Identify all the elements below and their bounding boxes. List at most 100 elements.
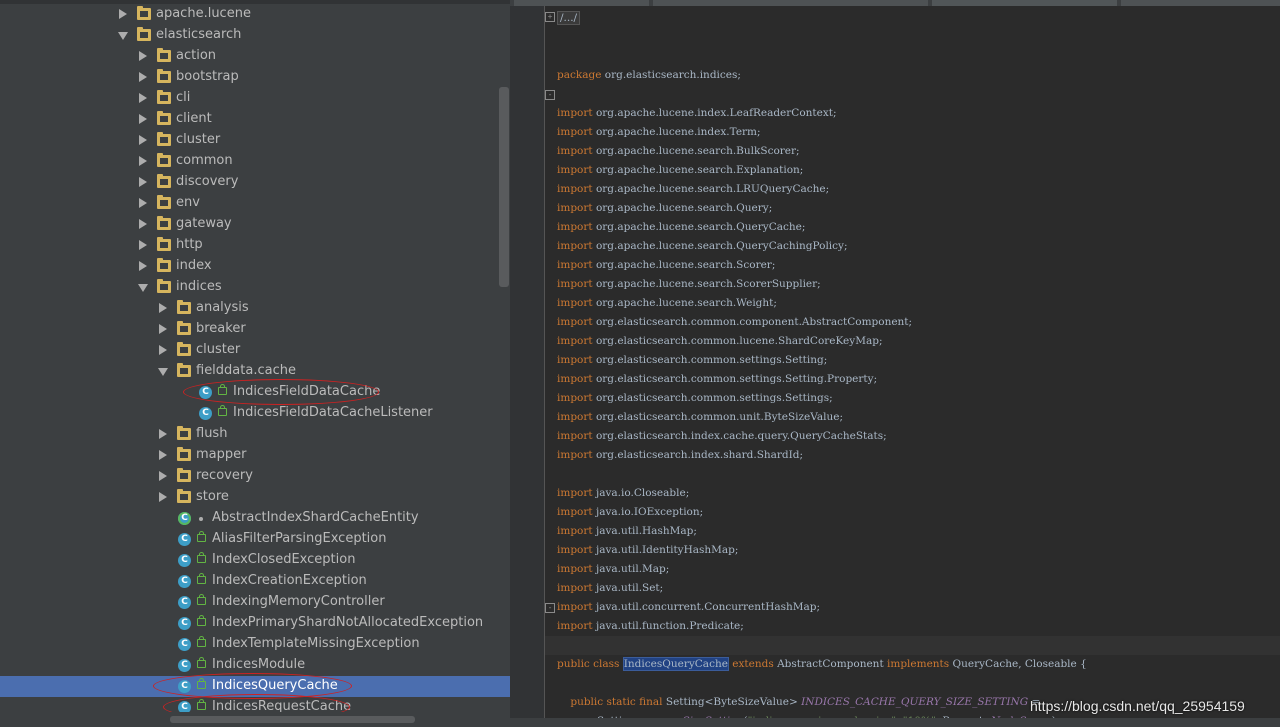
tree-folder-item[interactable]: apache.lucene xyxy=(0,4,510,25)
code-line[interactable]: package org.elasticsearch.indices; xyxy=(557,66,741,85)
tree-folder-item[interactable]: action xyxy=(0,46,510,67)
tree-class-item[interactable]: C IndexClosedException xyxy=(0,550,510,571)
tree-folder-item[interactable]: env xyxy=(0,193,510,214)
tree-folder-item[interactable]: store xyxy=(0,487,510,508)
code-line[interactable]: import java.util.Map; xyxy=(557,560,669,579)
expand-arrow-right-icon[interactable] xyxy=(139,72,147,82)
fold-toggle-icon[interactable]: - xyxy=(545,90,555,100)
code-line[interactable]: import org.apache.lucene.index.LeafReade… xyxy=(557,104,837,123)
code-line[interactable]: import org.apache.lucene.search.LRUQuery… xyxy=(557,180,829,199)
expand-arrow-right-icon[interactable] xyxy=(139,114,147,124)
code-line[interactable]: import org.apache.lucene.search.BulkScor… xyxy=(557,142,800,161)
tree-folder-item[interactable]: flush xyxy=(0,424,510,445)
tree-folder-item[interactable]: mapper xyxy=(0,445,510,466)
tree-class-item[interactable]: C AbstractIndexShardCacheEntity xyxy=(0,508,510,529)
expand-arrow-right-icon[interactable] xyxy=(139,135,147,145)
tree-folder-item[interactable]: index xyxy=(0,256,510,277)
tree-class-item[interactable]: C IndicesFieldDataCacheListener xyxy=(0,403,510,424)
tree-item-label: IndexingMemoryController xyxy=(212,594,385,609)
code-line[interactable]: import org.elasticsearch.common.settings… xyxy=(557,351,827,370)
code-line[interactable]: import java.util.Set; xyxy=(557,579,663,598)
expand-arrow-right-icon[interactable] xyxy=(139,219,147,229)
expand-arrow-right-icon[interactable] xyxy=(159,324,167,334)
expand-arrow-right-icon[interactable] xyxy=(139,198,147,208)
code-line[interactable]: import org.apache.lucene.search.Explanat… xyxy=(557,161,803,180)
expand-arrow-down-icon[interactable] xyxy=(118,32,128,40)
expand-arrow-right-icon[interactable] xyxy=(159,303,167,313)
expand-arrow-right-icon[interactable] xyxy=(139,261,147,271)
fold-toggle-icon[interactable]: - xyxy=(545,603,555,613)
tree-folder-item[interactable]: recovery xyxy=(0,466,510,487)
tree-class-item[interactable]: C AliasFilterParsingException xyxy=(0,529,510,550)
code-line[interactable]: import org.elasticsearch.index.shard.Sha… xyxy=(557,446,803,465)
expand-arrow-right-icon[interactable] xyxy=(139,93,147,103)
tree-class-item[interactable]: C IndexTemplateMissingException xyxy=(0,634,510,655)
code-line[interactable]: import org.elasticsearch.common.unit.Byt… xyxy=(557,408,843,427)
folded-header-text[interactable]: /.../ xyxy=(557,11,581,25)
tree-folder-item[interactable]: cluster xyxy=(0,130,510,151)
expand-arrow-right-icon[interactable] xyxy=(159,429,167,439)
code-line[interactable]: import org.apache.lucene.search.Query; xyxy=(557,199,772,218)
class-icon: C xyxy=(178,533,191,546)
tree-class-item[interactable]: C IndexingMemoryController xyxy=(0,592,510,613)
code-token: java.util.Set; xyxy=(592,582,664,594)
code-line[interactable]: import org.apache.lucene.search.QueryCac… xyxy=(557,218,805,237)
code-line[interactable]: import org.apache.lucene.search.Scorer; xyxy=(557,256,775,275)
code-line[interactable]: import org.elasticsearch.common.settings… xyxy=(557,370,877,389)
code-line[interactable]: import java.io.IOException; xyxy=(557,503,703,522)
code-line[interactable]: import java.util.concurrent.ConcurrentHa… xyxy=(557,598,820,617)
tree-folder-item[interactable]: gateway xyxy=(0,214,510,235)
code-token: AbstractComponent xyxy=(777,658,888,670)
fold-toggle-icon[interactable]: + xyxy=(545,12,555,22)
code-line[interactable]: import java.util.IdentityHashMap; xyxy=(557,541,738,560)
tree-folder-item[interactable]: client xyxy=(0,109,510,130)
tree-folder-item[interactable]: discovery xyxy=(0,172,510,193)
tree-folder-item[interactable]: bootstrap xyxy=(0,67,510,88)
expand-arrow-right-icon[interactable] xyxy=(119,9,127,19)
code-line[interactable]: import java.util.function.Predicate; xyxy=(557,617,744,636)
tree-vertical-scrollbar[interactable] xyxy=(499,87,509,287)
code-token: org.elasticsearch.index.cache.query.Quer… xyxy=(592,430,887,442)
code-line[interactable]: import org.elasticsearch.common.componen… xyxy=(557,313,912,332)
expand-arrow-right-icon[interactable] xyxy=(159,492,167,502)
code-line[interactable]: public class IndicesQueryCache extends A… xyxy=(557,655,1087,674)
package-folder-icon xyxy=(157,132,171,146)
code-line[interactable]: import org.elasticsearch.common.lucene.S… xyxy=(557,332,882,351)
visibility-public-lock-icon xyxy=(197,657,206,668)
expand-arrow-down-icon[interactable] xyxy=(158,368,168,376)
code-line[interactable]: import org.elasticsearch.index.cache.que… xyxy=(557,427,887,446)
code-line[interactable]: import org.apache.lucene.search.Weight; xyxy=(557,294,777,313)
tree-folder-item[interactable]: indices xyxy=(0,277,510,298)
tree-folder-item[interactable]: cli xyxy=(0,88,510,109)
tree-class-item[interactable]: C IndexPrimaryShardNotAllocatedException xyxy=(0,613,510,634)
code-line[interactable]: import java.util.HashMap; xyxy=(557,522,697,541)
tree-folder-item[interactable]: common xyxy=(0,151,510,172)
expand-arrow-right-icon[interactable] xyxy=(159,471,167,481)
code-line[interactable]: import org.apache.lucene.index.Term; xyxy=(557,123,761,142)
expand-arrow-right-icon[interactable] xyxy=(159,345,167,355)
package-folder-icon xyxy=(157,111,171,125)
code-area[interactable]: /.../ package org.elasticsearch.indices;… xyxy=(557,6,1280,727)
expand-arrow-right-icon[interactable] xyxy=(139,51,147,61)
expand-arrow-right-icon[interactable] xyxy=(139,156,147,166)
tree-horizontal-scrollbar[interactable] xyxy=(170,716,415,723)
code-line[interactable]: import org.elasticsearch.common.settings… xyxy=(557,389,833,408)
code-line[interactable]: import org.apache.lucene.search.ScorerSu… xyxy=(557,275,821,294)
code-line[interactable]: import java.io.Closeable; xyxy=(557,484,689,503)
tree-folder-item[interactable]: cluster xyxy=(0,340,510,361)
expand-arrow-right-icon[interactable] xyxy=(139,177,147,187)
expand-arrow-down-icon[interactable] xyxy=(138,284,148,292)
tree-folder-item[interactable]: http xyxy=(0,235,510,256)
expand-arrow-right-icon[interactable] xyxy=(159,450,167,460)
tree-folder-item[interactable]: analysis xyxy=(0,298,510,319)
tree-folder-item[interactable]: breaker xyxy=(0,319,510,340)
code-token: import xyxy=(557,221,593,233)
tree-class-item[interactable]: C IndexCreationException xyxy=(0,571,510,592)
code-editor[interactable]: + - - /.../ package org.elasticsearch.in… xyxy=(510,0,1280,727)
code-line[interactable]: import org.apache.lucene.search.QueryCac… xyxy=(557,237,848,256)
expand-arrow-right-icon[interactable] xyxy=(139,240,147,250)
code-line[interactable]: public static final Setting<ByteSizeValu… xyxy=(557,693,1040,712)
code-token: import xyxy=(557,164,593,176)
tree-folder-item[interactable]: elasticsearch xyxy=(0,25,510,46)
folded-header[interactable]: /.../ xyxy=(557,9,581,28)
